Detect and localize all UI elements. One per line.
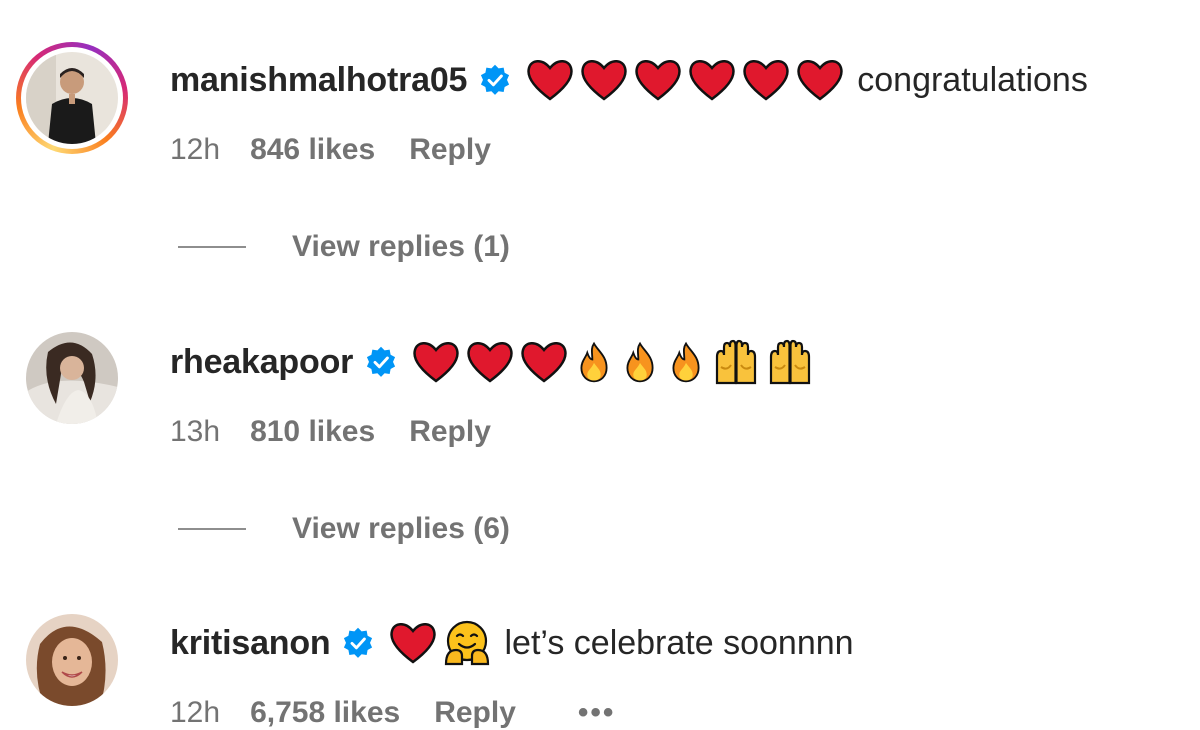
comment-text: let’s celebrate soonnnn: [504, 623, 854, 662]
comment-line: rheakapoor: [170, 334, 815, 390]
avatar[interactable]: [16, 42, 128, 154]
red-heart-icon: [388, 618, 438, 668]
verified-badge-icon: [365, 346, 397, 378]
likes-count[interactable]: 6,758 likes: [250, 696, 400, 730]
timestamp: 13h: [170, 415, 221, 448]
likes-count[interactable]: 846 likes: [250, 133, 375, 167]
red-heart-icon: [519, 337, 569, 387]
username[interactable]: kritisanon: [170, 624, 331, 663]
comment-text: congratulations: [857, 60, 1088, 99]
verified-badge-icon: [342, 627, 374, 659]
red-heart-icon: [741, 55, 791, 105]
fire-icon: [573, 341, 615, 383]
avatar[interactable]: [16, 614, 128, 726]
red-heart-icon: [465, 337, 515, 387]
reply-button[interactable]: Reply: [409, 415, 491, 449]
hugging-face-icon: [442, 618, 492, 668]
raising-hands-icon: [765, 337, 815, 387]
divider-line: [178, 246, 246, 248]
red-heart-icon: [579, 55, 629, 105]
red-heart-icon: [525, 55, 575, 105]
likes-count[interactable]: 810 likes: [250, 415, 375, 449]
avatar-image: [26, 614, 118, 706]
timestamp: 12h: [170, 696, 221, 729]
view-replies-button[interactable]: View replies (6): [178, 512, 510, 546]
avatar[interactable]: [16, 332, 128, 444]
reply-button[interactable]: Reply: [434, 696, 516, 730]
more-options-icon[interactable]: •••: [578, 696, 616, 730]
fire-icon: [665, 341, 707, 383]
avatar-image: [26, 332, 118, 424]
emoji-group: [411, 337, 815, 387]
raising-hands-icon: [711, 337, 761, 387]
red-heart-icon: [411, 337, 461, 387]
comment-line: kritisanon let’s celebrate soonnnn: [170, 615, 854, 671]
comment-meta: 12h 6,758 likes Reply •••: [170, 696, 615, 730]
red-heart-icon: [795, 55, 845, 105]
reply-button[interactable]: Reply: [409, 133, 491, 167]
username[interactable]: rheakapoor: [170, 343, 353, 382]
divider-line: [178, 528, 246, 530]
comment-line: manishmalhotra05 congratulations: [170, 52, 1088, 108]
view-replies-button[interactable]: View replies (1): [178, 230, 510, 264]
comment-meta: 13h 810 likes Reply: [170, 415, 491, 449]
red-heart-icon: [687, 55, 737, 105]
comment-meta: 12h 846 likes Reply: [170, 133, 491, 167]
emoji-group: [525, 55, 845, 105]
view-replies-label: View replies (6): [292, 512, 510, 545]
view-replies-label: View replies (1): [292, 230, 510, 263]
avatar-image: [26, 52, 118, 144]
fire-icon: [619, 341, 661, 383]
username[interactable]: manishmalhotra05: [170, 61, 467, 100]
emoji-group: [388, 618, 492, 668]
timestamp: 12h: [170, 133, 221, 166]
red-heart-icon: [633, 55, 683, 105]
verified-badge-icon: [479, 64, 511, 96]
